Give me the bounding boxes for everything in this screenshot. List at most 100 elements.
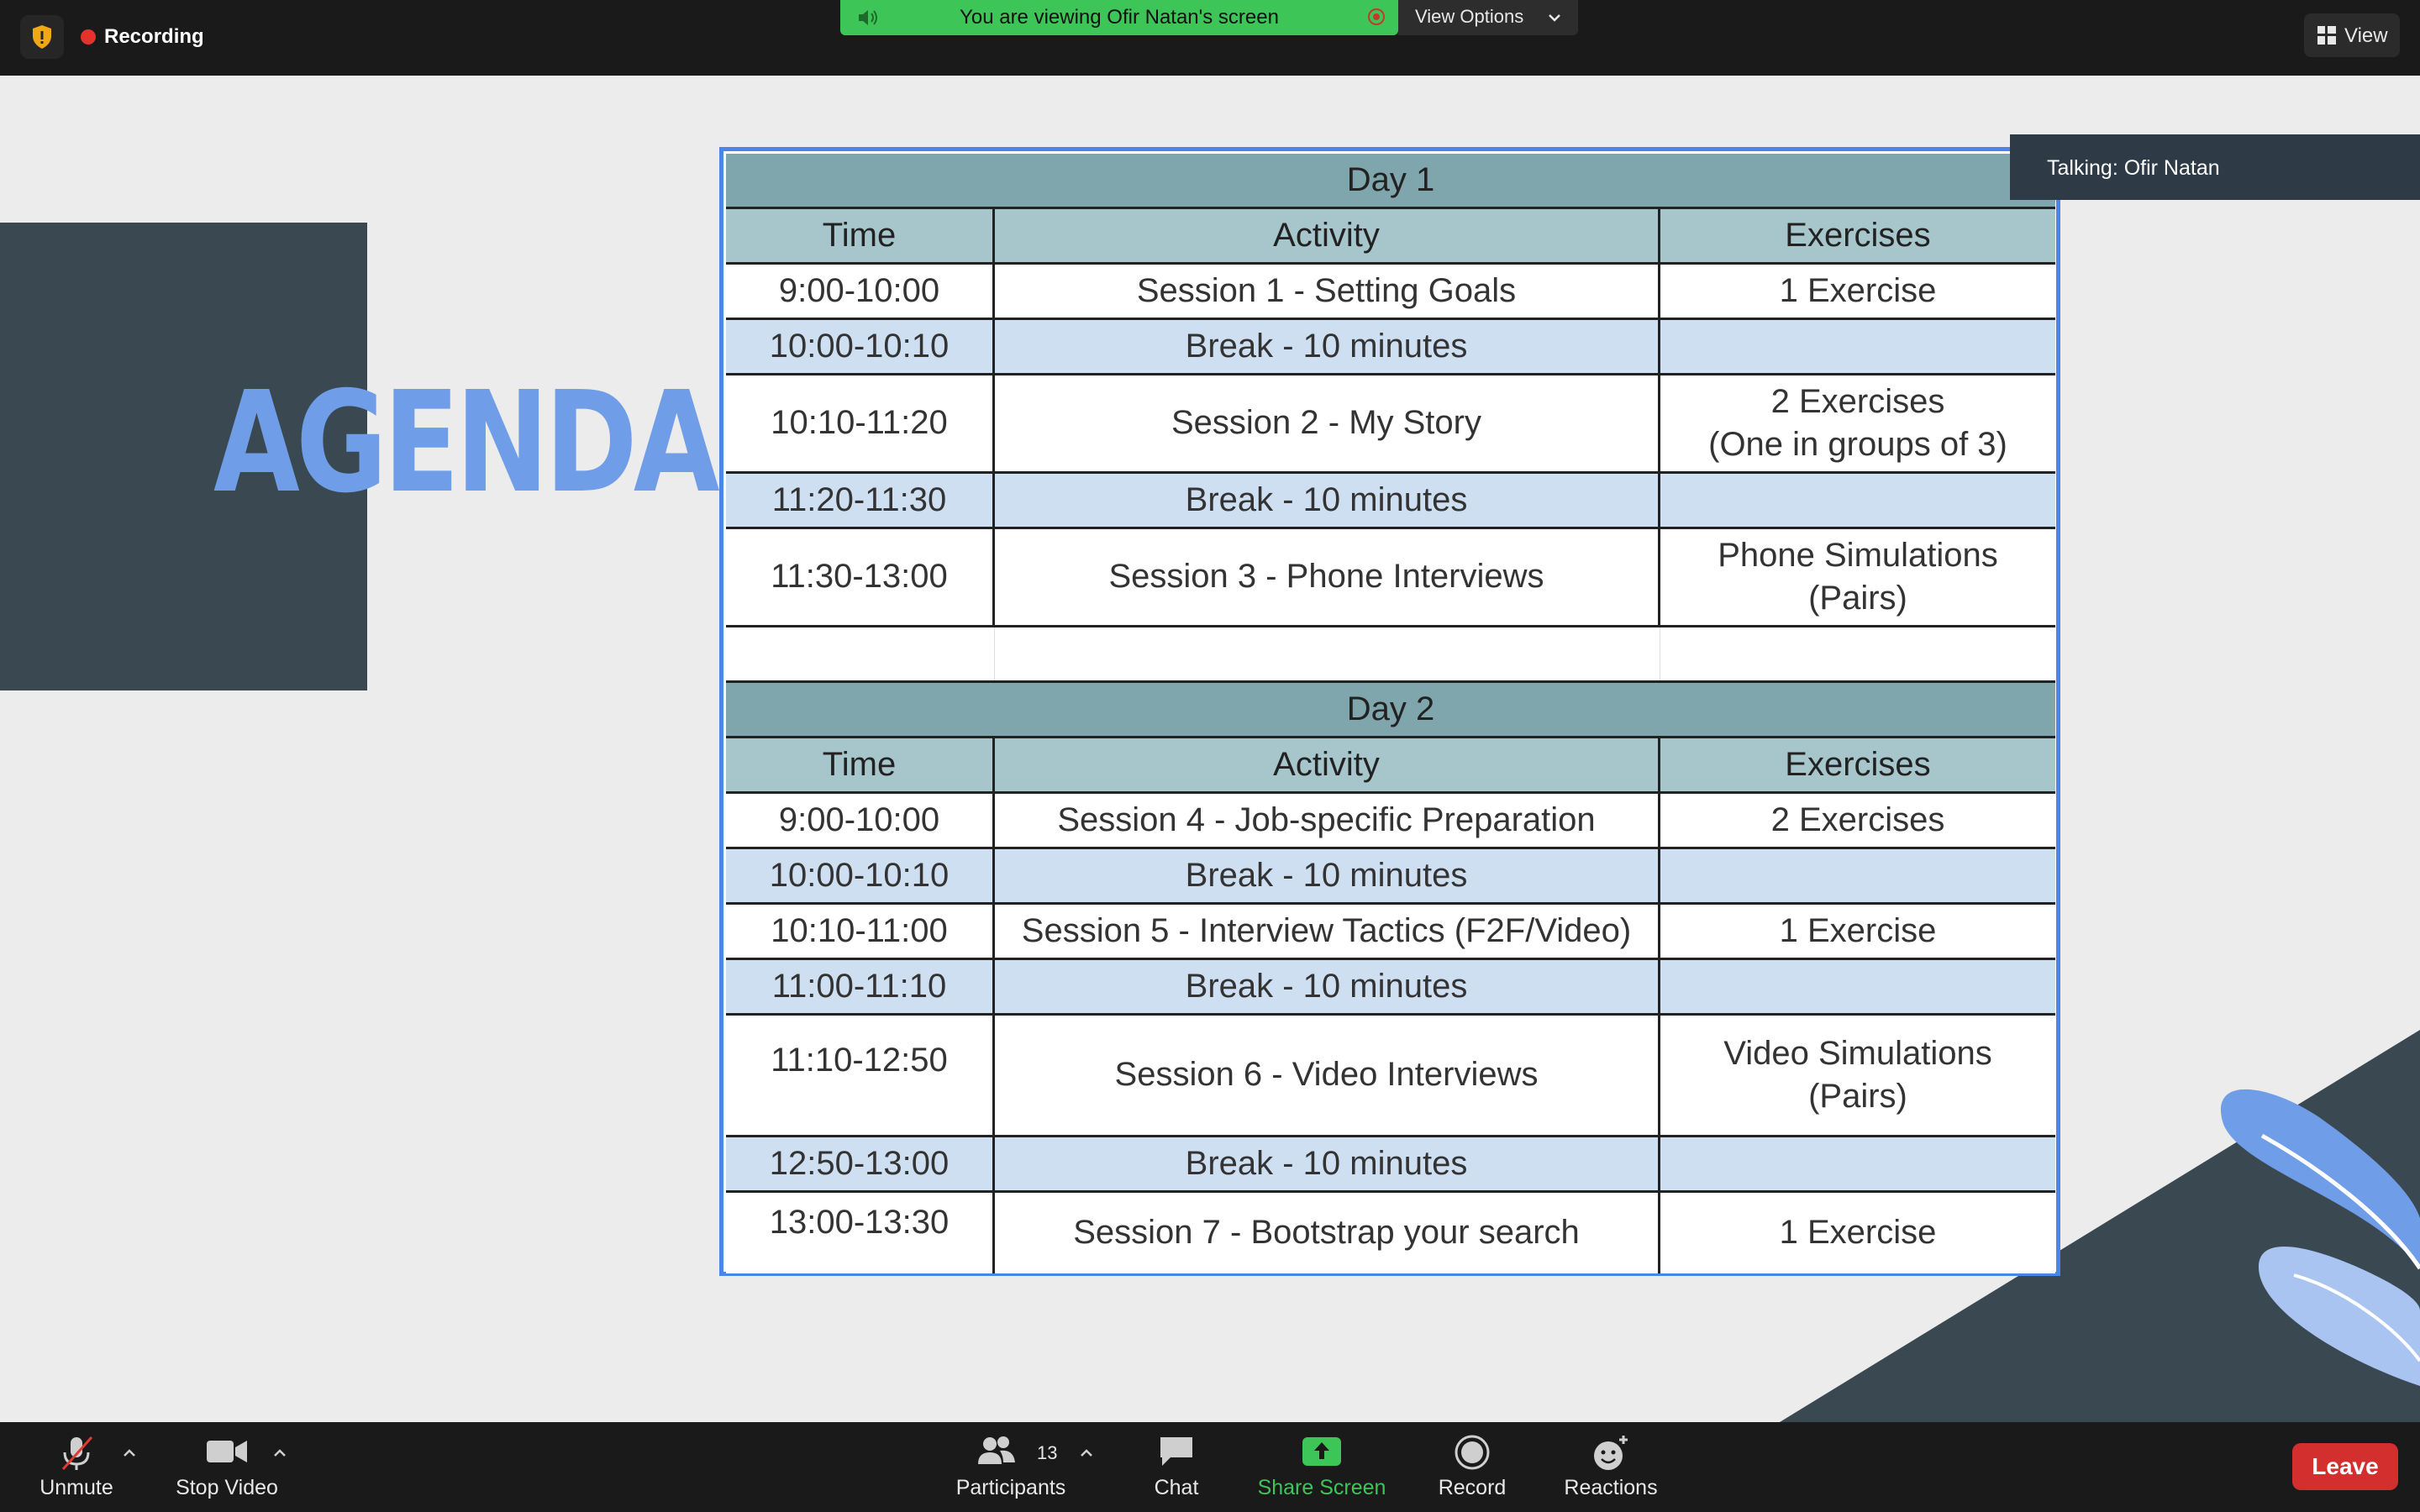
table-row: 11:30-13:00 Session 3 - Phone Interviews…	[726, 529, 2055, 627]
table-row: 12:50-13:00 Break - 10 minutes	[726, 1137, 2055, 1193]
table-row: 10:00-10:10 Break - 10 minutes	[726, 849, 2055, 905]
share-screen-icon	[1302, 1437, 1341, 1466]
meeting-top-bar: Recording You are viewing Ofir Natan's s…	[0, 0, 2420, 76]
stop-viewing-icon[interactable]	[1368, 8, 1385, 25]
time-cell: 9:00-10:00	[726, 265, 995, 318]
table-header-row: Time Activity Exercises	[726, 738, 2055, 794]
table-row: 10:10-11:20 Session 2 - My Story 2 Exerc…	[726, 375, 2055, 474]
time-cell: 11:20-11:30	[726, 474, 995, 527]
activity-cell: Session 1 - Setting Goals	[995, 265, 1660, 318]
record-dot-icon	[81, 29, 96, 45]
exercises-cell	[1660, 1137, 2055, 1190]
time-cell: 10:00-10:10	[726, 849, 995, 902]
activity-cell: Session 4 - Job-specific Preparation	[995, 794, 1660, 847]
view-options-dropdown[interactable]: View Options	[1398, 0, 1578, 35]
header-time: Time	[726, 209, 995, 262]
schedule-table: Day 1 Time Activity Exercises 9:00-10:00…	[726, 154, 2055, 1273]
table-row: 10:00-10:10 Break - 10 minutes	[726, 320, 2055, 375]
unmute-button[interactable]: Unmute	[25, 1422, 128, 1512]
share-screen-label: Share Screen	[1257, 1476, 1386, 1499]
viewing-screen-text: You are viewing Ofir Natan's screen	[960, 6, 1279, 29]
exercises-cell: 2 Exercises (One in groups of 3)	[1708, 382, 2007, 463]
table-header-row: Time Activity Exercises	[726, 209, 2055, 265]
table-row: 11:00-11:10 Break - 10 minutes	[726, 960, 2055, 1016]
chat-button[interactable]: Chat	[1141, 1422, 1212, 1512]
empty-cell	[1660, 627, 2055, 680]
time-cell: 11:30-13:00	[726, 529, 995, 625]
chat-label: Chat	[1154, 1476, 1199, 1499]
time-cell: 11:00-11:10	[726, 960, 995, 1013]
participants-icon	[978, 1436, 1015, 1464]
chevron-down-icon	[1549, 14, 1560, 22]
leave-meeting-button[interactable]: Leave	[2292, 1443, 2398, 1490]
chevron-up-icon[interactable]	[122, 1447, 137, 1457]
view-layout-button[interactable]: View	[2304, 13, 2400, 57]
meeting-controls-bar: Unmute Stop Video Participants 13 Chat S…	[0, 1422, 2420, 1512]
participants-label: Participants	[955, 1476, 1066, 1499]
day-title-row: Day 1	[726, 154, 2055, 209]
talking-label: Talking: Ofir Natan	[2047, 156, 2220, 180]
time-cell: 10:10-11:20	[726, 375, 995, 471]
activity-cell: Session 5 - Interview Tactics (F2F/Video…	[995, 905, 1660, 958]
day-1-title: Day 1	[1346, 160, 1435, 198]
exercises-cell	[1660, 474, 2055, 527]
exercises-cell: 1 Exercise	[1779, 1214, 1937, 1252]
participants-count: 13	[1037, 1442, 1058, 1463]
time-cell: 11:10-12:50	[726, 1016, 995, 1135]
security-shield-button[interactable]	[20, 15, 64, 59]
exercises-cell	[1660, 320, 2055, 373]
microphone-muted-icon	[61, 1436, 93, 1471]
record-icon	[1455, 1435, 1490, 1470]
day-2-title: Day 2	[1346, 690, 1435, 727]
shared-screen-area: AGENDA Day 1 Time Activity Exercises 9:0…	[0, 76, 2420, 1422]
exercises-cell	[1660, 960, 2055, 1013]
video-camera-icon	[207, 1441, 247, 1462]
header-exercises: Exercises	[1785, 216, 1931, 254]
view-label: View	[2344, 24, 2388, 47]
exercises-cell: Phone Simulations (Pairs)	[1718, 536, 1998, 617]
participants-button[interactable]: Participants	[950, 1422, 1072, 1512]
time-cell: 9:00-10:00	[726, 794, 995, 847]
exercises-cell: Video Simulations (Pairs)	[1723, 1034, 1992, 1115]
day-title-row: Day 2	[726, 683, 2055, 738]
empty-cell	[995, 627, 1660, 680]
activity-cell: Break - 10 minutes	[995, 474, 1660, 527]
spacer-row	[726, 627, 2055, 683]
activity-cell: Session 6 - Video Interviews	[995, 1016, 1660, 1135]
reactions-button[interactable]: Reactions	[1561, 1422, 1660, 1512]
shield-icon	[33, 25, 51, 49]
record-button[interactable]: Record	[1428, 1422, 1516, 1512]
time-cell: 10:10-11:00	[726, 905, 995, 958]
slide-title: AGENDA	[213, 362, 720, 524]
recording-label: Recording	[104, 25, 204, 48]
stop-video-button[interactable]: Stop Video	[168, 1422, 286, 1512]
exercises-cell: 2 Exercises	[1770, 801, 1945, 838]
exercises-cell: 1 Exercise	[1779, 271, 1937, 309]
time-cell: 10:00-10:10	[726, 320, 995, 373]
unmute-label: Unmute	[39, 1476, 113, 1499]
chevron-up-icon[interactable]	[1079, 1447, 1094, 1457]
chat-bubble-icon	[1160, 1437, 1192, 1466]
activity-cell: Break - 10 minutes	[995, 320, 1660, 373]
recording-indicator[interactable]: Recording	[81, 22, 204, 52]
share-screen-button[interactable]: Share Screen	[1250, 1422, 1393, 1512]
exercises-cell: 1 Exercise	[1779, 911, 1937, 949]
reactions-smiley-icon	[1594, 1436, 1628, 1470]
empty-cell	[726, 627, 995, 680]
activity-cell: Session 7 - Bootstrap your search	[995, 1193, 1660, 1273]
screen-share-banner: You are viewing Ofir Natan's screen	[840, 0, 1398, 35]
header-activity: Activity	[995, 738, 1660, 791]
grid-view-icon	[2317, 26, 2336, 45]
activity-cell: Session 3 - Phone Interviews	[995, 529, 1660, 625]
table-row: 11:20-11:30 Break - 10 minutes	[726, 474, 2055, 529]
activity-cell: Break - 10 minutes	[995, 1137, 1660, 1190]
activity-cell: Session 2 - My Story	[995, 375, 1660, 471]
table-row: 9:00-10:00 Session 4 - Job-specific Prep…	[726, 794, 2055, 849]
chevron-up-icon[interactable]	[272, 1447, 287, 1457]
header-exercises: Exercises	[1785, 745, 1931, 783]
activity-cell: Break - 10 minutes	[995, 849, 1660, 902]
exercises-cell	[1660, 849, 2055, 902]
header-time: Time	[726, 738, 995, 791]
table-row: 10:10-11:00 Session 5 - Interview Tactic…	[726, 905, 2055, 960]
table-row: 11:10-12:50 Session 6 - Video Interviews…	[726, 1016, 2055, 1137]
